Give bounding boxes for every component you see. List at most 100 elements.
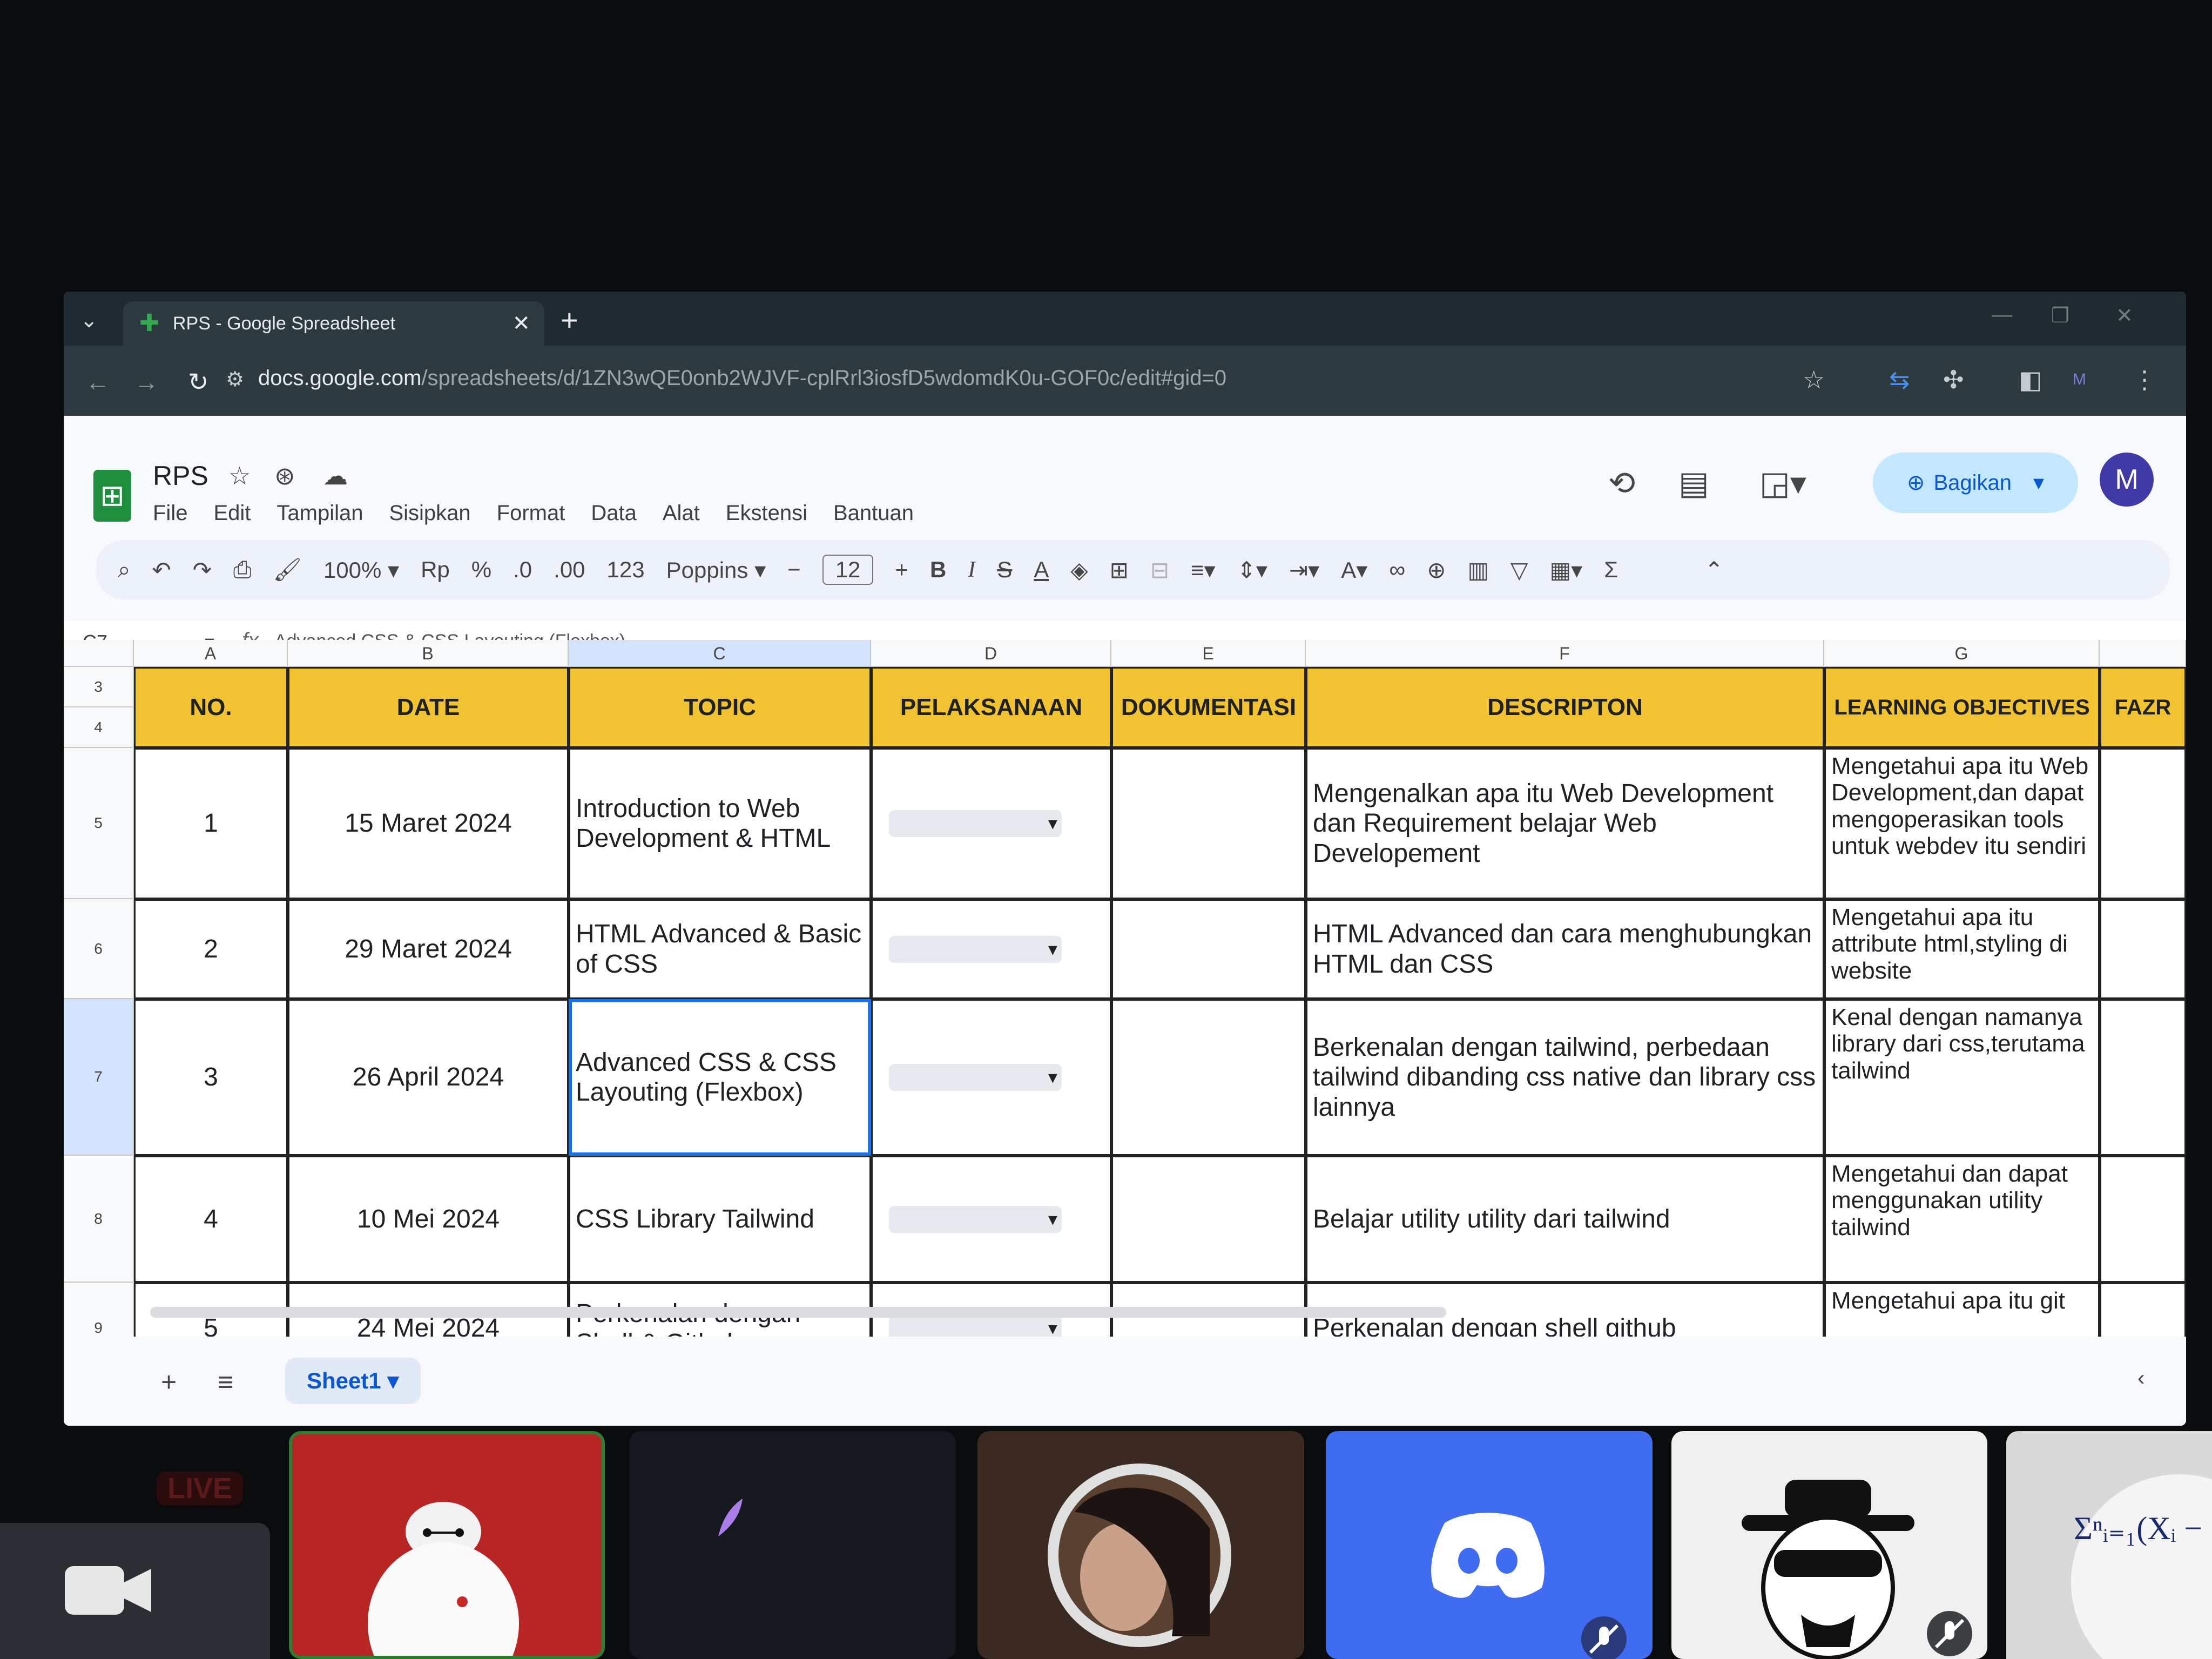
reload-icon[interactable]: ↻ (188, 367, 209, 396)
cell-pelaksanaan[interactable]: ▾ (871, 899, 1111, 999)
back-icon[interactable]: ← (85, 367, 110, 396)
search-icon[interactable]: ⌕ (118, 557, 131, 583)
cell-learning-objectives[interactable]: Mengetahui apa itu git (1824, 1283, 2100, 1337)
cell-description[interactable]: Mengenalkan apa itu Web Development dan … (1306, 748, 1824, 899)
cell-no[interactable]: 3 (134, 999, 288, 1156)
header-description[interactable]: DESCRIPTON (1306, 667, 1824, 748)
header-learning-objectives[interactable]: LEARNING OBJECTIVES (1824, 667, 2100, 748)
sheets-logo-icon[interactable]: ⊞ (93, 470, 131, 522)
font-size-input[interactable]: 12 (822, 555, 874, 585)
horizontal-scrollbar[interactable] (150, 1307, 1446, 1318)
borders-icon[interactable]: ⊞ (1110, 557, 1129, 583)
zoom-select[interactable]: 100% ▾ (323, 557, 399, 583)
add-sheet-icon[interactable]: + (161, 1366, 177, 1398)
move-icon[interactable]: ⊛ (274, 461, 295, 490)
font-select[interactable]: Poppins ▾ (666, 557, 766, 583)
side-panel-icon[interactable]: ◧ (2019, 365, 2042, 394)
cell-no[interactable]: 4 (134, 1156, 288, 1283)
minimize-icon[interactable]: — (1992, 304, 2012, 327)
header-fazr[interactable]: FAZR (2100, 667, 2186, 748)
participant-tile-discord[interactable] (1326, 1431, 1653, 1659)
sheet-tab-sheet1[interactable]: Sheet1 ▾ (285, 1358, 421, 1404)
participant-tile-baymax[interactable] (289, 1431, 605, 1659)
row-header-6[interactable]: 6 (64, 899, 134, 999)
text-wrapping-icon[interactable]: ⇥▾ (1289, 557, 1319, 583)
cell-description[interactable]: HTML Advanced dan cara menghubungkan HTM… (1306, 899, 1824, 999)
meet-icon[interactable]: ◲▾ (1759, 464, 1806, 502)
header-no[interactable]: NO. (134, 667, 288, 748)
new-tab-icon[interactable]: + (561, 302, 578, 338)
vertical-align-icon[interactable]: ⇕▾ (1237, 557, 1267, 583)
collapse-side-icon[interactable]: ‹ (2137, 1366, 2144, 1391)
menu-tools[interactable]: Alat (663, 501, 700, 525)
row-header-3[interactable]: 3 (64, 667, 134, 707)
text-color-icon[interactable]: A (1034, 557, 1049, 583)
more-formats-button[interactable]: 123 (607, 557, 645, 583)
paint-format-icon[interactable]: 🖌 (273, 557, 302, 583)
cell-learning-objectives[interactable]: Kenal dengan namanya library dari css,te… (1824, 999, 2100, 1156)
close-window-icon[interactable]: ✕ (2116, 304, 2133, 328)
translate-icon[interactable]: ⇆ (1889, 365, 1910, 394)
header-dokumentasi[interactable]: DOKUMENTASI (1111, 667, 1306, 748)
cell-dokumentasi[interactable] (1111, 748, 1306, 899)
profile-icon[interactable]: M (2073, 370, 2086, 389)
camera-tile[interactable] (0, 1523, 270, 1659)
participant-tile-heisenberg[interactable] (1671, 1431, 1987, 1659)
menu-edit[interactable]: Edit (213, 501, 251, 525)
row-header-9[interactable]: 9 (64, 1283, 134, 1337)
undo-icon[interactable]: ↶ (152, 557, 171, 583)
row-header-7[interactable]: 7 (64, 999, 134, 1156)
cell-fazr[interactable] (2100, 1283, 2186, 1337)
dropdown-chip[interactable]: ▾ (889, 1064, 1062, 1091)
bold-icon[interactable]: B (930, 557, 946, 583)
cell-topic[interactable]: Introduction to Web Development & HTML (569, 748, 871, 899)
filter-icon[interactable]: ▽ (1510, 557, 1528, 583)
cell-dokumentasi[interactable] (1111, 899, 1306, 999)
select-all-corner[interactable] (64, 640, 134, 667)
site-info-icon[interactable]: ⚙ (226, 367, 244, 392)
column-header-c[interactable]: C (569, 640, 871, 667)
menu-view[interactable]: Tampilan (276, 501, 363, 525)
cell-fazr[interactable] (2100, 748, 2186, 899)
more-menu-icon[interactable]: ⋮ (2132, 365, 2157, 394)
strikethrough-icon[interactable]: S (997, 557, 1012, 583)
cell-topic[interactable]: CSS Library Tailwind (569, 1156, 871, 1283)
all-sheets-icon[interactable]: ≡ (218, 1366, 233, 1398)
dropdown-chip[interactable]: ▾ (889, 935, 1062, 963)
cell-dokumentasi[interactable] (1111, 1156, 1306, 1283)
merge-cells-icon[interactable]: ⊟ (1150, 557, 1169, 583)
menu-format[interactable]: Format (497, 501, 565, 525)
decrease-decimal-button[interactable]: .0 (513, 557, 532, 583)
avatar[interactable]: M (2100, 453, 2154, 507)
menu-file[interactable]: File (153, 501, 187, 525)
cell-fazr[interactable] (2100, 999, 2186, 1156)
cell-date[interactable]: 26 April 2024 (288, 999, 569, 1156)
cell-topic[interactable]: HTML Advanced & Basic of CSS (569, 899, 871, 999)
cell-pelaksanaan[interactable]: ▾ (871, 748, 1111, 899)
forward-icon[interactable]: → (134, 367, 159, 396)
menu-data[interactable]: Data (591, 501, 637, 525)
cell-topic-selected[interactable]: Advanced CSS & CSS Layouting (Flexbox) (569, 999, 871, 1156)
extensions-icon[interactable]: ✣ (1943, 365, 1964, 394)
spreadsheet-grid[interactable]: A B C D E F G 3 4 5 6 7 8 9 NO. DATE TOP… (64, 640, 2186, 1337)
increase-decimal-button[interactable]: .00 (554, 557, 585, 583)
cell-learning-objectives[interactable]: Mengetahui dan dapat menggunakan utility… (1824, 1156, 2100, 1283)
browser-tab[interactable]: ✚ RPS - Google Spreadsheet ✕ (123, 301, 544, 346)
restore-icon[interactable]: ❐ (2051, 304, 2069, 328)
url-field[interactable]: docs.google.com/spreadsheets/d/1ZN3wQE0o… (258, 366, 1226, 390)
horizontal-align-icon[interactable]: ≡▾ (1191, 557, 1216, 583)
functions-icon[interactable]: Σ (1604, 557, 1618, 583)
header-pelaksanaan[interactable]: PELAKSANAAN (871, 667, 1111, 748)
dropdown-chip[interactable]: ▾ (889, 810, 1062, 837)
column-header-h[interactable] (2100, 640, 2186, 667)
header-topic[interactable]: TOPIC (569, 667, 871, 748)
currency-format-button[interactable]: Rp (421, 557, 450, 583)
comments-icon[interactable]: ▤ (1678, 464, 1709, 502)
doc-title[interactable]: RPS (153, 460, 208, 491)
column-header-f[interactable]: F (1306, 640, 1824, 667)
row-header-8[interactable]: 8 (64, 1156, 134, 1283)
filter-views-icon[interactable]: ▦▾ (1549, 557, 1582, 583)
column-header-e[interactable]: E (1111, 640, 1306, 667)
column-header-a[interactable]: A (134, 640, 288, 667)
dropdown-chip[interactable]: ▾ (889, 1205, 1062, 1233)
